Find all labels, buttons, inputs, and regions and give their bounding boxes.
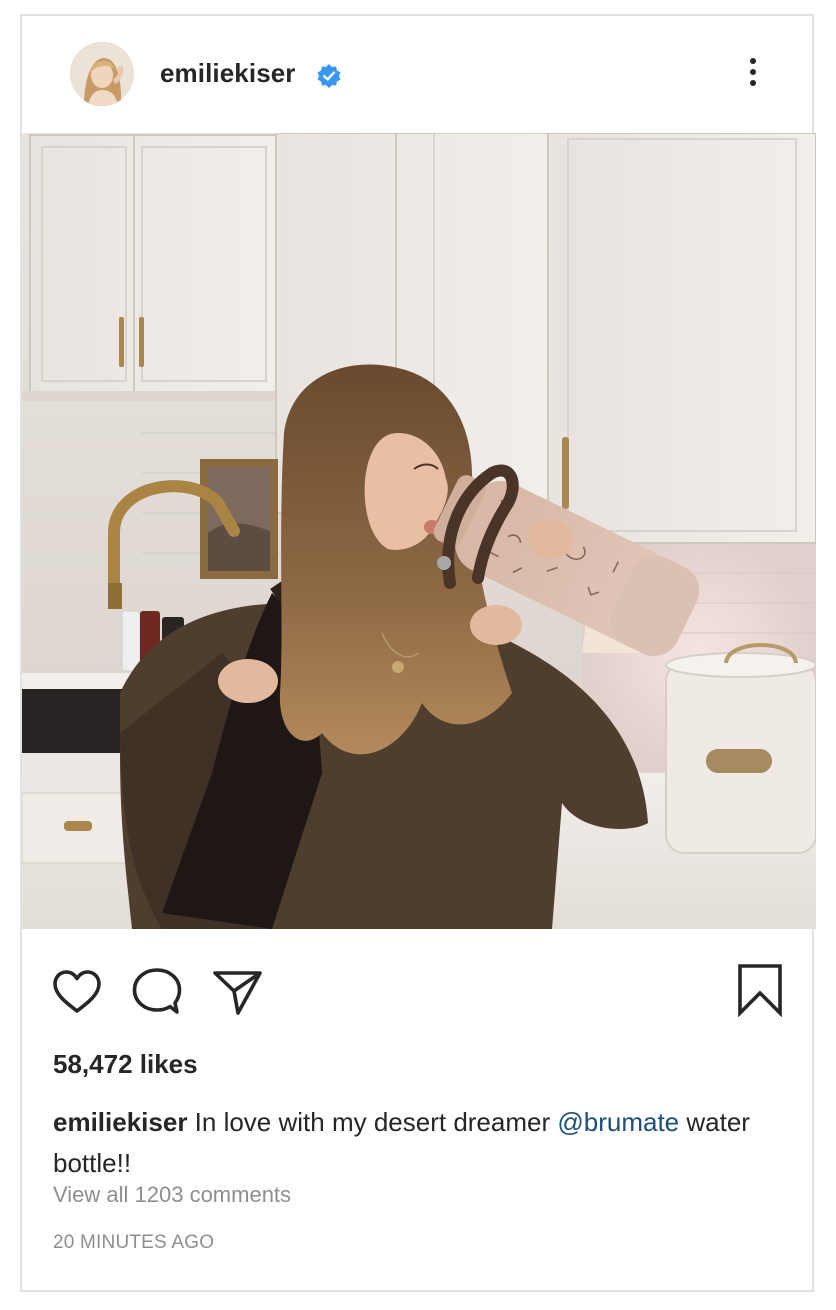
caption-username[interactable]: emiliekiser bbox=[53, 1107, 187, 1137]
post-photo-image bbox=[22, 133, 816, 929]
post-caption: emiliekiser In love with my desert dream… bbox=[53, 1102, 773, 1184]
post-card: emiliekiser 58,472 likes emiliekiser In … bbox=[20, 14, 816, 1292]
avatar[interactable] bbox=[70, 42, 134, 106]
post-photo[interactable] bbox=[22, 133, 816, 929]
caption-mention-link[interactable]: @brumate bbox=[557, 1107, 679, 1137]
post-timestamp: 20 MINUTES AGO bbox=[53, 1232, 215, 1253]
heart-icon[interactable] bbox=[51, 969, 103, 1015]
more-options-button[interactable] bbox=[746, 56, 760, 92]
post-header: emiliekiser bbox=[22, 16, 812, 133]
post-username[interactable]: emiliekiser bbox=[160, 58, 296, 89]
view-comments-link[interactable]: View all 1203 comments bbox=[53, 1182, 291, 1208]
caption-text: In love with my desert dreamer bbox=[187, 1107, 558, 1137]
post-actions bbox=[22, 929, 812, 1049]
share-icon[interactable] bbox=[212, 967, 264, 1017]
more-vertical-icon bbox=[750, 58, 756, 64]
avatar-image bbox=[70, 42, 134, 106]
bookmark-icon[interactable] bbox=[736, 963, 784, 1017]
comment-icon[interactable] bbox=[131, 967, 183, 1017]
likes-count[interactable]: 58,472 likes bbox=[53, 1049, 198, 1080]
verified-badge-icon bbox=[317, 64, 341, 88]
